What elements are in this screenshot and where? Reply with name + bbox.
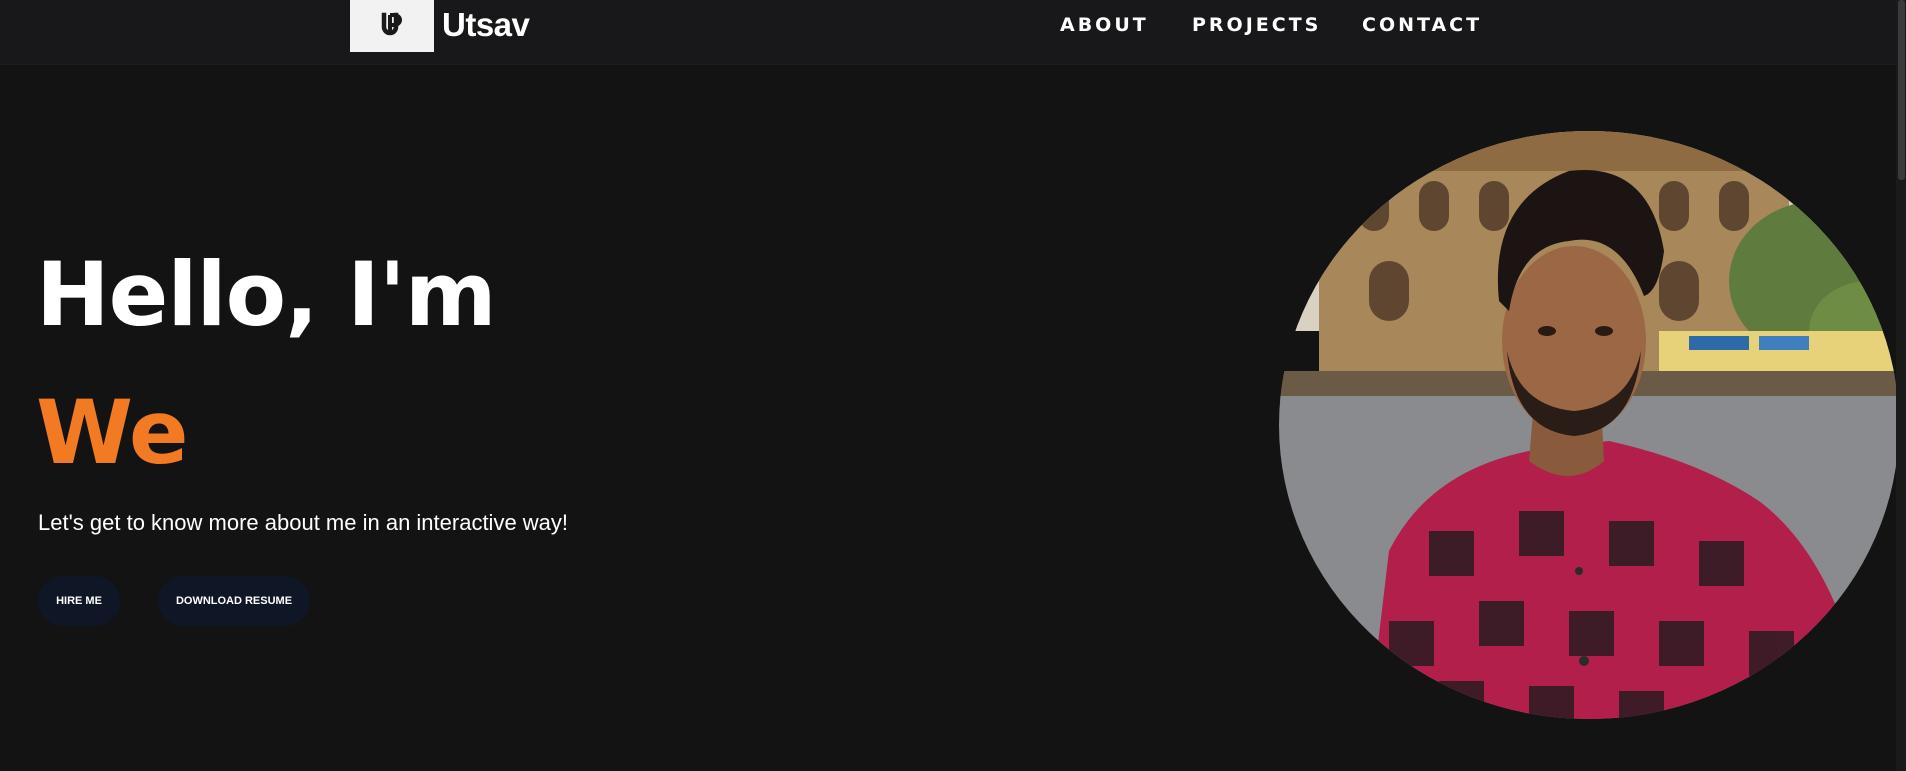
- navbar: Utsav ABOUT PROJECTS CONTACT: [0, 0, 1896, 64]
- hero-greeting: Hello, I'm: [36, 243, 497, 346]
- nav-link-projects[interactable]: PROJECTS: [1192, 12, 1321, 38]
- up-monogram-icon: [379, 12, 405, 40]
- nav-link-contact[interactable]: CONTACT: [1362, 12, 1482, 38]
- download-resume-button[interactable]: DOWNLOAD RESUME: [158, 576, 310, 626]
- hero-typed-text: We: [36, 381, 189, 484]
- hero-subtitle: Let's get to know more about me in an in…: [38, 510, 569, 535]
- nav-link-about[interactable]: ABOUT: [1060, 12, 1149, 38]
- logo-link[interactable]: [350, 0, 434, 52]
- brand-name[interactable]: Utsav: [442, 4, 530, 46]
- scrollbar-thumb[interactable]: [1898, 0, 1905, 180]
- profile-photo: [1279, 131, 1899, 719]
- portfolio-page: Utsav ABOUT PROJECTS CONTACT Hello, I'm …: [0, 0, 1906, 771]
- hire-me-button[interactable]: HIRE ME: [38, 576, 120, 626]
